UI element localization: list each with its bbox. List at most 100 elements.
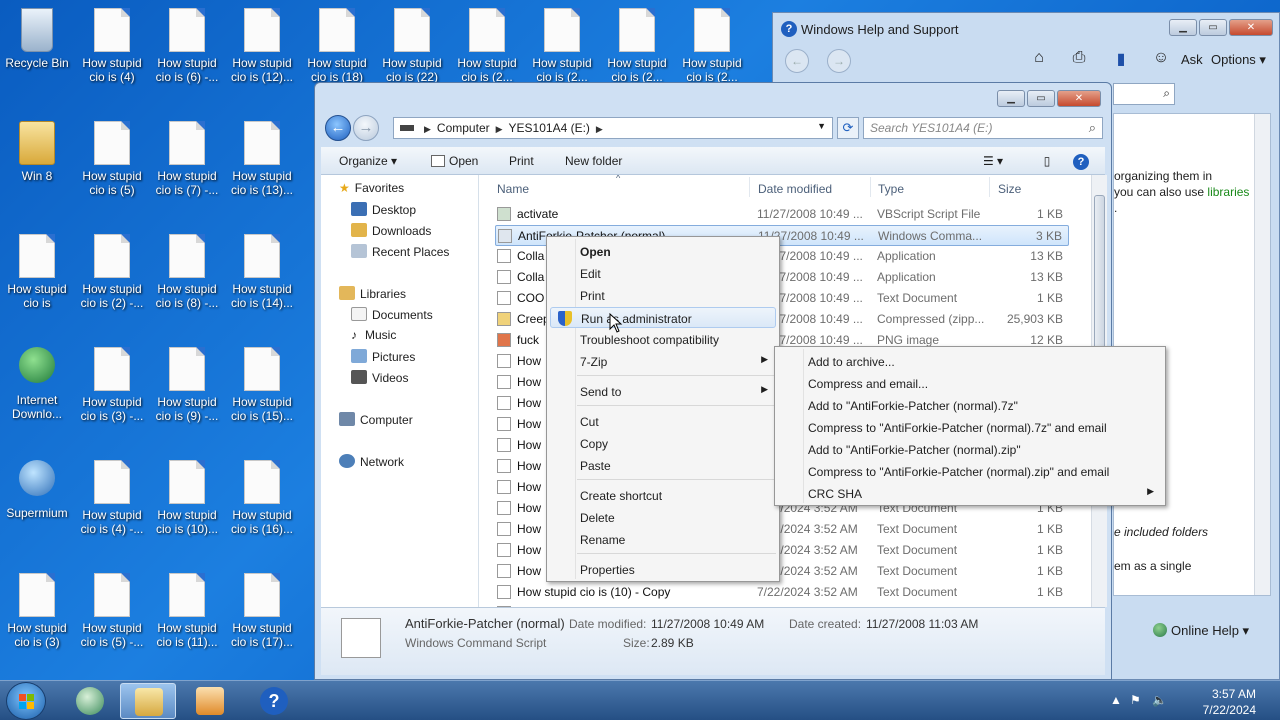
desktop-icon-doc[interactable]: How stupid cio is (2) -... xyxy=(75,234,149,310)
forward-arrow-icon[interactable]: → xyxy=(827,49,851,73)
help-button[interactable]: ? xyxy=(1069,151,1093,171)
desktop-icon-doc[interactable]: How stupid cio is xyxy=(0,234,74,310)
submenu-item-compress-7z-email[interactable]: Compress to "AntiForkie-Patcher (normal)… xyxy=(778,417,1162,438)
back-arrow-icon[interactable]: ← xyxy=(325,115,351,141)
desktop-icon-doc[interactable]: How stupid cio is (4) -... xyxy=(75,460,149,536)
nav-pictures[interactable]: Pictures xyxy=(351,349,415,364)
options-menu[interactable]: Options ▾ xyxy=(1211,52,1266,68)
desktop-icon-doc[interactable]: How stupid cio is (3) xyxy=(0,573,74,649)
file-row[interactable]: activate 11/27/2008 10:49 ... VBScript Scr… xyxy=(495,204,1069,225)
menu-item-send-to[interactable]: Send to ▶ xyxy=(550,381,776,402)
submenu-item-add-to-7z[interactable]: Add to "AntiForkie-Patcher (normal).7z" xyxy=(778,395,1162,416)
online-help-button[interactable]: Online Help ▾ xyxy=(1153,623,1249,639)
desktop-icon-doc[interactable]: How stupid cio is (5) xyxy=(75,121,149,197)
taskbar-explorer[interactable] xyxy=(120,683,176,719)
chevron-right-icon[interactable]: ▶ xyxy=(496,124,503,134)
desktop-icon-doc[interactable]: How stupid cio is (18) xyxy=(300,8,374,84)
desktop-icon-doc[interactable]: How stupid cio is (16)... xyxy=(225,460,299,536)
menu-item-open[interactable]: Open xyxy=(550,241,776,262)
search-input[interactable]: Search YES101A4 (E:) ⌕ xyxy=(863,117,1103,139)
menu-item-troubleshoot-compatibility[interactable]: Troubleshoot compatibility xyxy=(550,329,776,350)
help-search-input[interactable]: ⌕ xyxy=(1113,83,1175,105)
desktop-icon-doc[interactable]: How stupid cio is (2... xyxy=(450,8,524,84)
help-scrollbar[interactable] xyxy=(1254,114,1270,595)
forward-arrow-icon[interactable]: → xyxy=(353,115,379,141)
book-icon[interactable]: ▮ xyxy=(1109,49,1133,73)
scrollbar-thumb[interactable] xyxy=(1094,195,1105,363)
desktop-icon-doc[interactable]: How stupid cio is (7) -... xyxy=(150,121,224,197)
search-icon[interactable]: ⌕ xyxy=(1163,86,1170,101)
submenu-item-compress-and-email[interactable]: Compress and email... xyxy=(778,373,1162,394)
menu-item-edit[interactable]: Edit xyxy=(550,263,776,284)
organize-button[interactable]: Organize ▾ xyxy=(339,154,397,168)
menu-item-create-shortcut[interactable]: Create shortcut xyxy=(550,485,776,506)
nav-documents[interactable]: Documents xyxy=(351,307,433,322)
refresh-icon[interactable]: ⟳ xyxy=(837,117,859,139)
close-button[interactable]: ✕ xyxy=(1057,90,1101,107)
nav-libraries[interactable]: Libraries xyxy=(339,286,406,301)
submenu-item-add-to-archive[interactable]: Add to archive... xyxy=(778,351,1162,372)
minimize-button[interactable]: ▁ xyxy=(997,90,1025,107)
chevron-down-icon[interactable]: ▼ xyxy=(817,121,826,131)
desktop-icon-doc[interactable]: How stupid cio is (6) -... xyxy=(150,8,224,84)
libraries-link[interactable]: libraries xyxy=(1207,185,1249,199)
desktop-icon-doc[interactable]: How stupid cio is (4) xyxy=(75,8,149,84)
clock-date[interactable]: 7/22/2024 xyxy=(1203,703,1256,717)
desktop-icon-doc[interactable]: How stupid cio is (22) xyxy=(375,8,449,84)
desktop-icon-doc[interactable]: How stupid cio is (3) -... xyxy=(75,347,149,423)
back-arrow-icon[interactable]: ← xyxy=(785,49,809,73)
nav-desktop[interactable]: Desktop xyxy=(351,202,416,217)
taskbar-browser[interactable] xyxy=(62,683,118,719)
column-name[interactable]: Name xyxy=(497,182,529,196)
desktop-icon-doc[interactable]: How stupid cio is (9) -... xyxy=(150,347,224,423)
menu-item-print[interactable]: Print xyxy=(550,285,776,306)
desktop-icon-doc[interactable]: How stupid cio is (14)... xyxy=(225,234,299,310)
submenu-item-crc-sha[interactable]: CRC SHA ▶ xyxy=(778,483,1162,504)
column-separator[interactable] xyxy=(870,177,871,197)
desktop-icon-supermium[interactable]: Supermium xyxy=(0,460,74,520)
desktop-icon-doc[interactable]: How stupid cio is (13)... xyxy=(225,121,299,197)
desktop-icon-doc[interactable]: How stupid cio is (12)... xyxy=(225,8,299,84)
taskbar-help[interactable]: ? xyxy=(246,683,302,719)
menu-item-run-as-administrator[interactable]: Run as administrator xyxy=(550,307,776,328)
nav-music[interactable]: ♪ Music xyxy=(351,328,396,342)
maximize-button[interactable]: ▭ xyxy=(1027,90,1055,107)
breadcrumb-drive[interactable]: YES101A4 (E:) xyxy=(509,121,590,135)
chevron-right-icon[interactable]: ▶ xyxy=(596,124,603,134)
desktop-icon-doc[interactable]: How stupid cio is (11)... xyxy=(150,573,224,649)
new-folder-button[interactable]: New folder xyxy=(565,154,622,168)
desktop-icon-doc[interactable]: How stupid cio is (17)... xyxy=(225,573,299,649)
print-button[interactable]: Print xyxy=(509,154,534,168)
submenu-item-compress-zip-email[interactable]: Compress to "AntiForkie-Patcher (normal)… xyxy=(778,461,1162,482)
desktop-icon-doc[interactable]: How stupid cio is (2... xyxy=(675,8,749,84)
show-hidden-icons-icon[interactable]: ▲ xyxy=(1110,693,1122,707)
menu-item-7zip[interactable]: 7-Zip ▶ xyxy=(550,351,776,372)
view-options-icon[interactable]: ☰ ▾ xyxy=(981,151,1005,171)
column-size[interactable]: Size xyxy=(998,182,1021,196)
ask-button[interactable]: Ask xyxy=(1181,52,1203,67)
address-bar[interactable]: ▶ Computer ▶ YES101A4 (E:) ▶ ▼ xyxy=(393,117,833,139)
minimize-button[interactable]: ▁ xyxy=(1169,19,1197,36)
open-button[interactable]: Open xyxy=(431,154,478,168)
desktop-icon-idm[interactable]: Internet Downlo... xyxy=(0,347,74,421)
menu-item-paste[interactable]: Paste xyxy=(550,455,776,476)
nav-videos[interactable]: Videos xyxy=(351,370,408,385)
breadcrumb-computer[interactable]: Computer xyxy=(437,121,490,135)
desktop-icon-win8[interactable]: Win 8 xyxy=(0,121,74,183)
column-separator[interactable] xyxy=(989,177,990,197)
nav-computer[interactable]: Computer xyxy=(339,412,413,427)
action-center-icon[interactable]: ⚑ xyxy=(1130,693,1141,707)
menu-item-copy[interactable]: Copy xyxy=(550,433,776,454)
start-button[interactable] xyxy=(6,682,46,720)
volume-muted-icon[interactable]: 🔈 xyxy=(1152,693,1167,707)
desktop-icon-doc[interactable]: How stupid cio is (15)... xyxy=(225,347,299,423)
desktop-icon-doc[interactable]: How stupid cio is (2... xyxy=(600,8,674,84)
desktop-icon-doc[interactable]: How stupid cio is (8) -... xyxy=(150,234,224,310)
nav-favorites[interactable]: ★ Favorites xyxy=(339,181,404,195)
desktop-icon-doc[interactable]: How stupid cio is (2... xyxy=(525,8,599,84)
people-icon[interactable]: ☺ xyxy=(1149,49,1173,73)
nav-downloads[interactable]: Downloads xyxy=(351,223,431,238)
nav-network[interactable]: Network xyxy=(339,454,404,469)
preview-pane-icon[interactable]: ▯ xyxy=(1035,151,1059,171)
column-separator[interactable] xyxy=(749,177,750,197)
